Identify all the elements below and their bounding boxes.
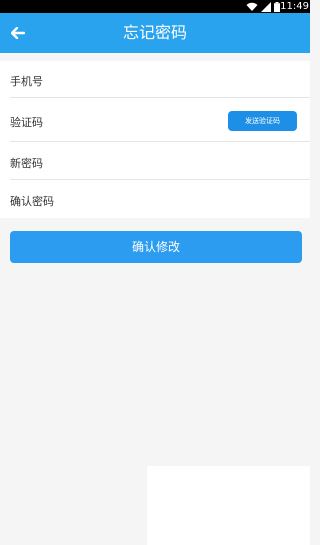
code-label: 验证码 xyxy=(10,116,43,129)
status-bar: 11:49 xyxy=(0,0,310,13)
arrow-left-icon xyxy=(11,27,25,39)
battery-icon xyxy=(274,1,280,12)
new-password-row: 新密码 xyxy=(0,142,310,180)
confirm-password-row: 确认密码 xyxy=(0,180,310,218)
back-button[interactable] xyxy=(6,21,30,45)
status-time: 11:49 xyxy=(280,1,309,12)
page-title: 忘记密码 xyxy=(122,23,187,42)
confirm-password-input[interactable] xyxy=(80,180,300,218)
code-input[interactable] xyxy=(80,98,220,142)
password-reset-form: 手机号 验证码 新密码 确认密码 xyxy=(0,61,310,218)
new-password-label: 新密码 xyxy=(10,157,43,170)
bottom-panel xyxy=(147,466,310,545)
phone-input[interactable] xyxy=(80,61,300,98)
wifi-icon xyxy=(246,2,258,11)
status-icons xyxy=(246,1,280,12)
phone-row: 手机号 xyxy=(0,61,310,98)
app-bar: 忘记密码 xyxy=(0,13,310,53)
confirm-password-label: 确认密码 xyxy=(10,195,54,208)
confirm-button[interactable]: 确认修改 xyxy=(10,231,302,263)
send-code-button[interactable]: 发送验证码 xyxy=(228,111,297,131)
signal-icon xyxy=(261,1,271,12)
phone-label: 手机号 xyxy=(10,75,43,88)
new-password-input[interactable] xyxy=(80,142,300,180)
